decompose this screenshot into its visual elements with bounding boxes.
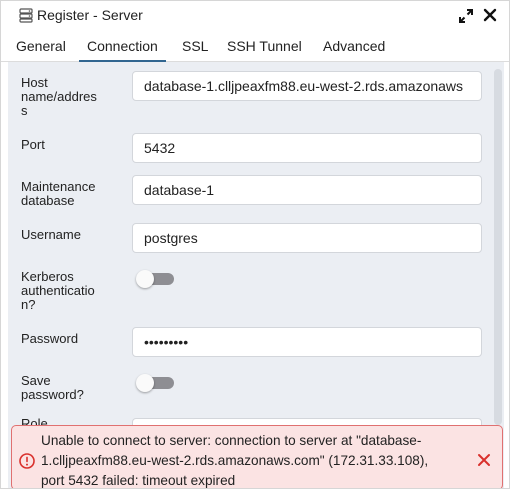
port-input[interactable]: 5432 (132, 133, 482, 163)
form-scrollbar[interactable] (494, 69, 502, 425)
error-message: Unable to connect to server: connection … (41, 433, 429, 488)
password-label: Password (21, 331, 79, 346)
host-input[interactable]: database-1.clljpeaxfm88.eu-west-2.rds.am… (132, 71, 482, 101)
tab-general[interactable]: General (16, 38, 66, 54)
tab-advanced[interactable]: Advanced (323, 38, 385, 54)
port-label: Port (21, 137, 45, 152)
close-icon[interactable] (482, 7, 498, 23)
maintenance-database-label: Maintenance database (21, 179, 96, 208)
maintenance-database-input[interactable]: database-1 (132, 175, 482, 205)
username-label: Username (21, 227, 81, 242)
dialog-title: Register - Server (37, 7, 143, 23)
password-input[interactable]: ••••••••• (132, 327, 482, 357)
connection-error-banner: Unable to connect to server: connection … (11, 425, 503, 488)
toggle-knob (136, 270, 154, 288)
tab-ssl[interactable]: SSL (182, 38, 208, 54)
kerberos-toggle[interactable] (136, 270, 174, 288)
toggle-knob (136, 374, 154, 392)
tab-connection[interactable]: Connection (79, 38, 166, 62)
close-icon[interactable] (477, 453, 491, 467)
role-label: Role (21, 417, 48, 425)
dialog-titlebar[interactable]: Register - Server (1, 1, 509, 31)
tab-ssh-tunnel[interactable]: SSH Tunnel (227, 38, 302, 54)
maximize-icon[interactable] (458, 8, 474, 24)
register-server-dialog: Register - Server General Connection SSL… (0, 0, 510, 489)
kerberos-label: Kerberos authenticatio n? (21, 269, 95, 312)
host-label: Host name/addres s (21, 75, 97, 118)
save-password-toggle[interactable] (136, 374, 174, 392)
save-password-label: Save password? (21, 373, 84, 402)
server-icon (19, 8, 33, 23)
tab-bar: General Connection SSL SSH Tunnel Advanc… (1, 35, 509, 62)
username-input[interactable]: postgres (132, 223, 482, 253)
error-circle-icon (19, 453, 35, 469)
